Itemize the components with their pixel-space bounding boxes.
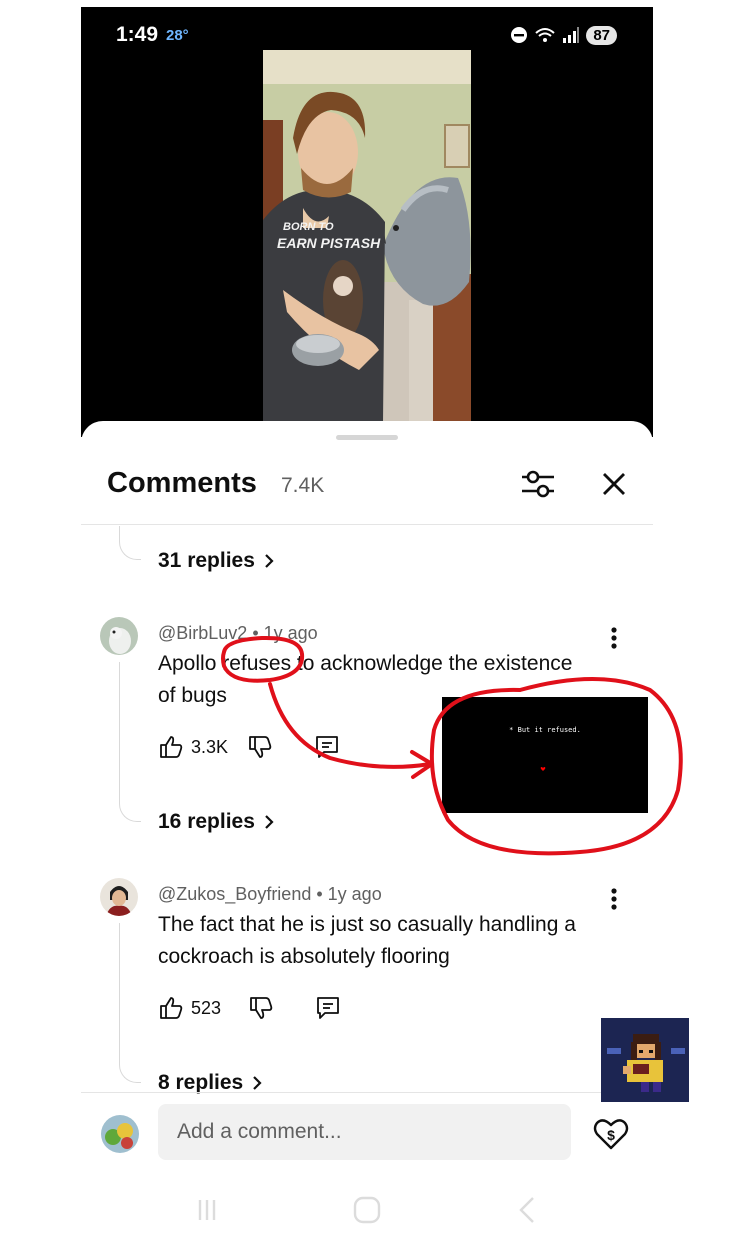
clock: 1:49 [116,23,159,46]
avatar[interactable] [100,617,138,655]
drag-handle[interactable] [336,435,398,440]
comment-input[interactable] [158,1104,571,1160]
comment-author[interactable]: @Zukos_Boyfriend [158,884,311,904]
recents-icon[interactable] [189,1192,225,1228]
comment-text-line: The fact that he is just so casually han… [158,913,576,936]
back-icon[interactable] [509,1192,545,1228]
comment-text: The fact that he is just so casually han… [158,909,576,973]
comment-meta: @Zukos_Boyfriend • 1y ago [158,884,382,904]
reply-icon[interactable] [313,733,341,761]
chevron-right-icon [253,1076,262,1090]
phone-screen: BORN TO EARN PISTASH 1:49 28° 87 Comment… [81,7,653,1246]
character-sticker [601,1018,689,1102]
status-bar: 1:49 28° 87 [81,7,653,57]
system-nav-bar [81,1187,653,1232]
like-count: 3.3K [191,736,229,757]
replies-label: 16 replies [158,810,255,833]
replies-button[interactable]: 31 replies [158,549,275,573]
video-frame: BORN TO EARN PISTASH [263,50,471,423]
comment-text: Apollo refuses to acknowledge the existe… [158,648,572,712]
user-avatar[interactable] [101,1115,139,1153]
like-icon[interactable] [158,995,184,1021]
like-icon[interactable] [158,734,184,760]
thread-line [119,923,141,1083]
home-icon[interactable] [349,1192,385,1228]
svg-text:$: $ [607,1127,615,1143]
temperature: 28° [166,27,189,44]
sheet-title: Comments [107,467,257,499]
comment-text-line: Apollo refuses to acknowledge the existe… [158,652,573,675]
chevron-right-icon [265,554,274,568]
chevron-right-icon [265,815,274,829]
filter-icon[interactable] [518,464,558,504]
battery-level: 87 [586,25,617,45]
comment-actions: 3.3K [158,733,341,761]
replies-label: 31 replies [158,549,255,572]
avatar[interactable] [100,878,138,916]
video-player[interactable]: BORN TO EARN PISTASH 1:49 28° 87 [81,7,653,437]
comment-text-line: cockroach is absolutely flooring [158,945,450,968]
close-icon[interactable] [596,466,632,502]
do-not-disturb-icon [511,27,528,43]
signal-icon [563,27,580,43]
wifi-icon [535,28,555,42]
status-icons: 87 [510,24,617,46]
comment-count: 7.4K [281,474,325,497]
header-divider [81,524,653,525]
reply-icon[interactable] [314,994,342,1022]
comment-author[interactable]: @BirbLuv2 [158,623,247,643]
comment-meta: @BirbLuv2 • 1y ago [158,623,318,643]
comment-age: 1y ago [263,623,318,643]
shirt-text-line2: EARN PISTASH [277,235,381,251]
like-count: 523 [191,997,222,1018]
dislike-icon[interactable] [247,734,273,760]
more-options-icon[interactable] [604,623,624,653]
super-thanks-icon[interactable]: $ [592,1115,630,1153]
replies-button[interactable]: 16 replies [158,810,275,834]
thread-line [119,526,141,560]
more-options-icon[interactable] [604,884,624,914]
comment-age: 1y ago [327,884,382,904]
comment-composer: $ [81,1092,653,1182]
shirt-text-line1: BORN TO [283,221,334,233]
comment-actions: 523 [158,994,342,1022]
dislike-icon[interactable] [248,995,274,1021]
comment-text-line: of bugs [158,684,227,707]
thread-line [119,662,141,822]
